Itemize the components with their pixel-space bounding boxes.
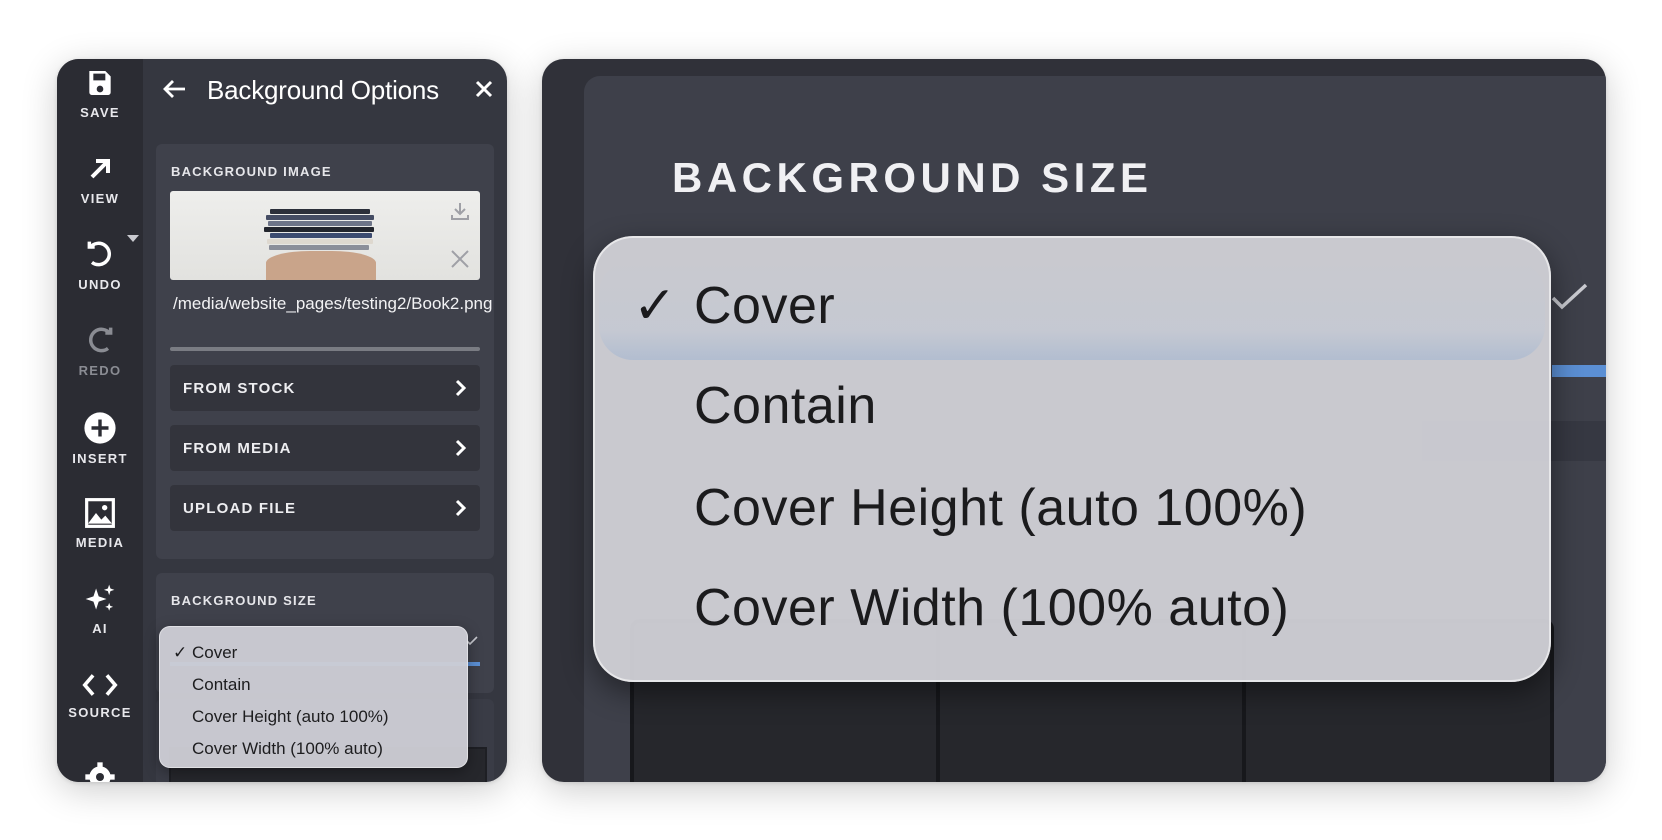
insert-label: INSERT	[72, 451, 128, 466]
zoomed-option-cover-height[interactable]: Cover Height (auto 100%)	[694, 478, 1307, 538]
settings-button[interactable]	[57, 761, 143, 782]
from-media-label: FROM MEDIA	[183, 440, 292, 457]
remove-image-icon[interactable]	[450, 249, 470, 269]
option-cover-width[interactable]: Cover Width (100% auto)	[192, 739, 383, 759]
undo-history-caret-icon[interactable]	[127, 235, 139, 243]
view-button[interactable]: VIEW	[57, 153, 143, 206]
redo-label: REDO	[78, 363, 122, 378]
checkmark-icon: ✓	[173, 643, 188, 662]
background-size-dropdown: ✓ Cover Contain Cover Height (auto 100%)…	[159, 626, 468, 768]
image-icon	[85, 498, 115, 528]
upload-file-label: UPLOAD FILE	[183, 500, 297, 517]
background-size-heading: BACKGROUND SIZE	[171, 593, 317, 608]
media-button[interactable]: MEDIA	[57, 497, 143, 550]
zoomed-option-cover[interactable]: Cover	[694, 276, 835, 336]
from-stock-button[interactable]: FROM STOCK	[170, 365, 480, 411]
from-stock-label: FROM STOCK	[183, 380, 296, 397]
option-contain[interactable]: Contain	[192, 675, 251, 695]
upload-file-button[interactable]: UPLOAD FILE	[170, 485, 480, 531]
code-icon	[82, 674, 118, 696]
checkmark-icon: ✓	[633, 277, 677, 335]
save-button[interactable]: SAVE	[57, 67, 143, 120]
media-label: MEDIA	[75, 535, 125, 550]
zoomed-background-size-dropdown: ✓ Cover Contain Cover Height (auto 100%)…	[593, 236, 1551, 682]
sparkles-icon	[85, 584, 115, 611]
chevron-right-icon	[455, 439, 467, 457]
close-icon[interactable]	[475, 80, 493, 98]
source-button[interactable]: SOURCE	[57, 671, 143, 720]
zoomed-background-size-heading: BACKGROUND SIZE	[672, 154, 1153, 201]
tool-sidebar: SAVE VIEW UNDO REDO INSERT MEDIA AI SOUR…	[57, 59, 143, 782]
background-image-path: /media/website_pages/testing2/Book2.png	[173, 294, 493, 313]
ai-button[interactable]: AI	[57, 583, 143, 636]
view-label: VIEW	[80, 191, 120, 206]
option-cover-height[interactable]: Cover Height (auto 100%)	[192, 707, 389, 727]
back-arrow-icon[interactable]	[163, 79, 187, 99]
gear-icon	[85, 762, 115, 782]
zoomed-option-contain[interactable]: Contain	[694, 376, 877, 436]
floppy-disk-icon	[89, 71, 111, 95]
save-label: SAVE	[80, 105, 120, 120]
download-icon[interactable]	[450, 201, 470, 221]
source-label: SOURCE	[68, 705, 132, 720]
undo-button[interactable]: UNDO	[57, 239, 143, 292]
chevron-right-icon	[455, 499, 467, 517]
panel-header: Background Options	[143, 59, 507, 121]
select-check-icon	[1551, 283, 1588, 310]
background-image-heading: BACKGROUND IMAGE	[171, 164, 332, 179]
ai-label: AI	[92, 621, 108, 636]
arrow-up-right-icon	[90, 159, 110, 179]
redo-button[interactable]: REDO	[57, 325, 143, 378]
option-cover[interactable]: Cover	[192, 643, 237, 663]
zoomed-select-underline	[1552, 365, 1606, 377]
panel-title: Background Options	[207, 75, 439, 105]
background-image-section: BACKGROUND IMAGE /media/website_pages/te…	[156, 144, 494, 559]
insert-button[interactable]: INSERT	[57, 411, 143, 466]
from-media-button[interactable]: FROM MEDIA	[170, 425, 480, 471]
redo-icon	[89, 327, 113, 353]
divider	[170, 347, 480, 351]
zoomed-option-cover-width[interactable]: Cover Width (100% auto)	[694, 578, 1289, 638]
plus-circle-icon	[84, 412, 116, 444]
background-image-thumbnail	[170, 191, 480, 280]
undo-label: UNDO	[78, 277, 122, 292]
chevron-right-icon	[455, 379, 467, 397]
undo-icon	[87, 241, 111, 267]
